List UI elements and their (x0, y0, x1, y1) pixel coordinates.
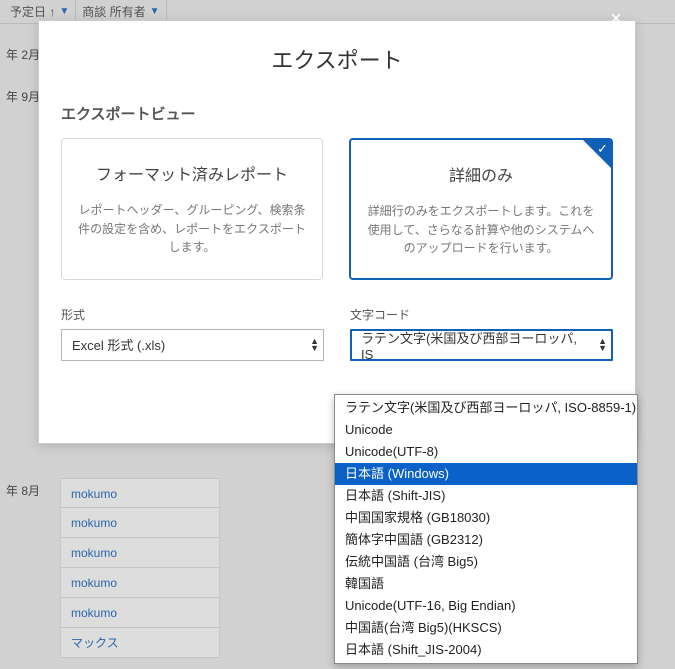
select-spinner-icon: ▲▼ (310, 338, 319, 352)
encoding-option[interactable]: Unicode (335, 419, 637, 441)
card-title: フォーマット済みレポート (76, 161, 308, 185)
card-title: 詳細のみ (365, 162, 597, 186)
encoding-option[interactable]: 中国語(台湾 Big5)(HKSCS) (335, 617, 637, 639)
encoding-option[interactable]: 中国国家規格 (GB18030) (335, 507, 637, 529)
close-button[interactable]: × (603, 7, 629, 33)
form-row: 形式 Excel 形式 (.xls) ▲▼ 文字コード ラテン文字(米国及び西部… (61, 306, 613, 361)
section-title: エクスポートビュー (61, 103, 613, 124)
encoding-option[interactable]: Unicode(UTF-8) (335, 441, 637, 463)
select-spinner-icon: ▲▼ (598, 338, 607, 352)
encoding-option[interactable]: 日本語 (Shift_JIS-2004) (335, 639, 637, 661)
card-description: レポートヘッダー、グルーピング、検索条件の設定を含め、レポートをエクスポートしま… (76, 201, 308, 257)
selected-check-icon (583, 140, 611, 168)
encoding-label: 文字コード (350, 306, 613, 323)
encoding-option[interactable]: ラテン文字(米国及び西部ヨーロッパ, ISO-8859-1) (335, 397, 637, 419)
format-label: 形式 (61, 306, 324, 323)
encoding-field: 文字コード ラテン文字(米国及び西部ヨーロッパ, IS ▲▼ (350, 306, 613, 361)
encoding-option[interactable]: 伝統中国語 (台湾 Big5) (335, 551, 637, 573)
encoding-option[interactable]: 簡体字中国語 (GB2312) (335, 529, 637, 551)
encoding-select[interactable]: ラテン文字(米国及び西部ヨーロッパ, IS ▲▼ (350, 329, 613, 361)
dialog-title: エクスポート (39, 21, 635, 103)
close-icon: × (610, 8, 622, 30)
format-value: Excel 形式 (.xls) (72, 335, 165, 354)
format-field: 形式 Excel 形式 (.xls) ▲▼ (61, 306, 324, 361)
encoding-dropdown[interactable]: ラテン文字(米国及び西部ヨーロッパ, ISO-8859-1)UnicodeUni… (334, 394, 638, 664)
export-dialog: × エクスポート エクスポートビュー フォーマット済みレポート レポートヘッダー… (38, 20, 636, 444)
encoding-option[interactable]: Unicode(UTF-16, Big Endian) (335, 595, 637, 617)
encoding-option[interactable]: 日本語 (Windows) (335, 463, 637, 485)
encoding-value: ラテン文字(米国及び西部ヨーロッパ, IS (361, 328, 584, 362)
format-select[interactable]: Excel 形式 (.xls) ▲▼ (61, 329, 324, 361)
export-view-cards: フォーマット済みレポート レポートヘッダー、グルーピング、検索条件の設定を含め、… (61, 138, 613, 280)
card-formatted-report[interactable]: フォーマット済みレポート レポートヘッダー、グルーピング、検索条件の設定を含め、… (61, 138, 323, 280)
encoding-option[interactable]: 日本語 (Shift-JIS) (335, 485, 637, 507)
card-details-only[interactable]: 詳細のみ 詳細行のみをエクスポートします。これを使用して、さらなる計算や他のシス… (349, 138, 613, 280)
card-description: 詳細行のみをエクスポートします。これを使用して、さらなる計算や他のシステムへのア… (365, 202, 597, 258)
encoding-option[interactable]: 韓国語 (335, 573, 637, 595)
